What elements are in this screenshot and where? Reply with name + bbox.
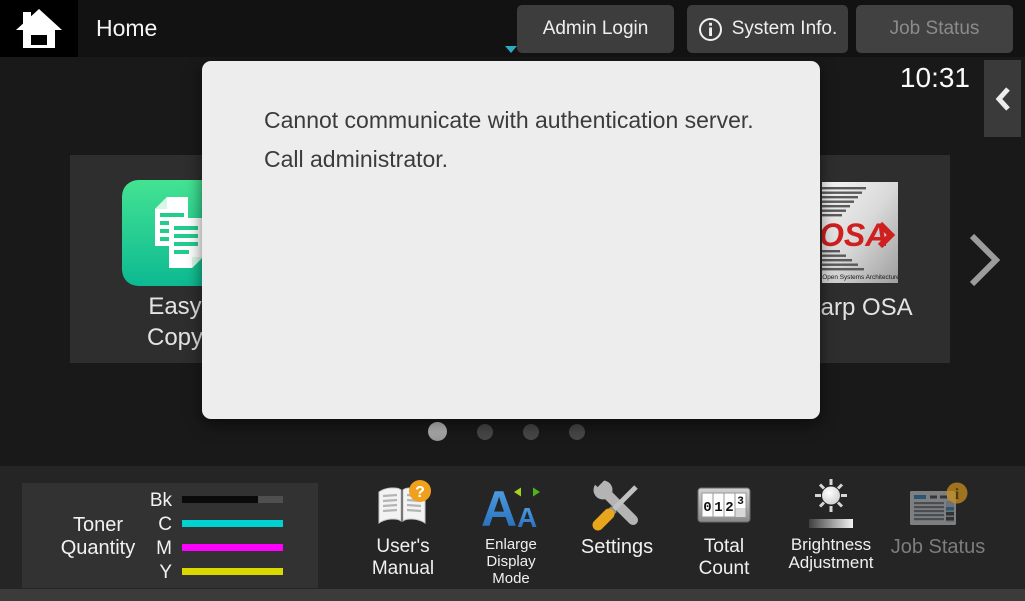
settings-label: Settings — [562, 536, 672, 558]
svg-text:OSA: OSA — [822, 217, 888, 253]
toner-label-c: C — [128, 514, 172, 536]
svg-text:2: 2 — [725, 500, 733, 516]
sharp-osa-icon: OSA Open Systems Architecture — [822, 182, 898, 283]
settings-button[interactable]: Settings — [562, 474, 672, 558]
chevron-left-icon — [994, 86, 1012, 112]
error-message-line2: Call administrator. — [264, 140, 780, 179]
page-indicator — [428, 422, 585, 441]
brightness-adjustment-button[interactable]: Brightness Adjustment — [776, 474, 886, 572]
toner-bar-m — [182, 544, 283, 551]
enlarge-display-icon: A A — [481, 481, 541, 529]
toner-label-y: Y — [128, 562, 172, 584]
toner-bar-c — [182, 520, 283, 527]
home-icon — [16, 9, 62, 49]
brightness-adjustment-label: Brightness Adjustment — [776, 536, 886, 572]
toner-label-m: M — [128, 538, 172, 560]
total-count-label: Total Count — [669, 536, 779, 580]
clock: 10:31 — [860, 62, 970, 94]
info-badge-icon: i — [947, 483, 968, 504]
toner-bar-bk — [182, 496, 283, 503]
toner-bar-y — [182, 568, 283, 575]
enlarge-display-mode-button[interactable]: A A Enlarge Display Mode — [456, 474, 566, 587]
svg-text:i: i — [955, 486, 960, 503]
total-count-button[interactable]: 0 1 2 3 Total Count — [669, 474, 779, 580]
svg-text:Open Systems Architecture: Open Systems Architecture — [822, 274, 898, 281]
job-status-bottom-label: Job Status — [883, 536, 993, 558]
admin-login-label: Admin Login — [543, 18, 649, 40]
collapse-panel-tab[interactable] — [984, 60, 1021, 137]
left-right-arrow-glyph — [514, 488, 540, 497]
svg-text:3: 3 — [737, 496, 744, 508]
toner-quantity-panel[interactable]: Toner Quantity Bk C M Y — [22, 483, 318, 588]
svg-text:0: 0 — [703, 500, 711, 516]
bottom-bar: Toner Quantity Bk C M Y — [0, 466, 1025, 601]
error-dialog: Cannot communicate with authentication s… — [202, 61, 820, 419]
page-dot-4[interactable] — [569, 424, 585, 440]
users-manual-icon: ? — [374, 479, 432, 531]
sharp-mfp-home-screen: Home Admin Login System Info. Job Status… — [0, 0, 1025, 601]
system-info-button[interactable]: System Info. — [687, 5, 848, 53]
system-info-label: System Info. — [732, 18, 838, 40]
job-status-top-label: Job Status — [890, 18, 980, 40]
users-manual-label: User's Manual — [348, 536, 458, 580]
svg-text:?: ? — [415, 484, 425, 501]
users-manual-button[interactable]: ? User's Manual — [348, 474, 458, 580]
job-status-button-bottom: i Job Status — [883, 474, 993, 558]
home-dropdown-triangle-icon[interactable] — [505, 46, 517, 53]
job-status-icon: i — [908, 481, 968, 529]
svg-text:1: 1 — [714, 500, 722, 516]
page-title: Home — [96, 15, 157, 42]
total-count-icon: 0 1 2 3 — [697, 487, 751, 523]
brightness-adjustment-icon — [802, 477, 860, 533]
enlarge-display-mode-label: Enlarge Display Mode — [456, 536, 566, 587]
info-circle-icon — [698, 17, 723, 42]
error-message-line1: Cannot communicate with authentication s… — [264, 101, 780, 140]
settings-icon — [588, 477, 646, 533]
bottom-edge-strip — [0, 589, 1025, 601]
next-page-arrow[interactable] — [965, 232, 1003, 288]
page-dot-1[interactable] — [428, 422, 447, 441]
admin-login-button[interactable]: Admin Login — [517, 5, 674, 53]
page-dot-3[interactable] — [523, 424, 539, 440]
home-button[interactable] — [0, 0, 78, 57]
toner-label-bk: Bk — [128, 490, 172, 512]
job-status-button-top: Job Status — [856, 5, 1013, 53]
top-bar: Home Admin Login System Info. Job Status — [0, 0, 1025, 57]
page-dot-2[interactable] — [477, 424, 493, 440]
svg-text:A: A — [481, 481, 517, 529]
svg-text:A: A — [517, 502, 537, 529]
